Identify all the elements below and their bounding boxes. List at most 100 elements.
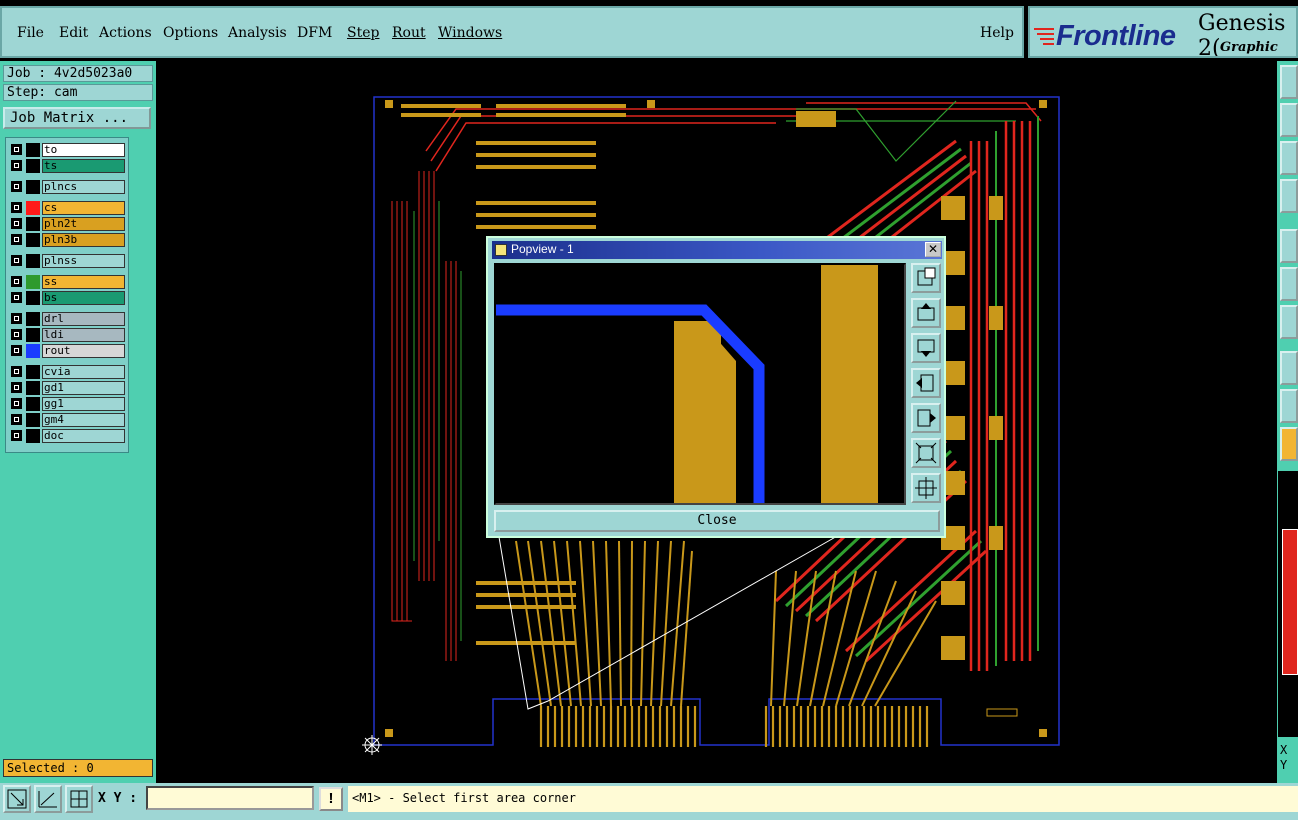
popview-zoom-in-button[interactable] xyxy=(911,263,941,293)
grid-button[interactable] xyxy=(65,785,93,813)
right-tool-2[interactable] xyxy=(1280,103,1298,137)
layer-name[interactable]: ss xyxy=(42,275,125,289)
layer-checkbox[interactable] xyxy=(11,398,22,409)
layer-color-swatch[interactable] xyxy=(26,344,40,358)
layer-row-gd1[interactable]: gd1 xyxy=(9,381,127,395)
layer-checkbox[interactable] xyxy=(11,382,22,393)
menu-dfm[interactable]: DFM xyxy=(297,25,332,41)
layer-name[interactable]: cvia xyxy=(42,365,125,379)
right-tool-8[interactable] xyxy=(1280,351,1298,385)
layer-name[interactable]: ts xyxy=(42,159,125,173)
layer-checkbox[interactable] xyxy=(11,292,22,303)
layer-checkbox[interactable] xyxy=(11,313,22,324)
layer-row-pln3b[interactable]: pln3b xyxy=(9,233,127,247)
layer-row-pln2t[interactable]: pln2t xyxy=(9,217,127,231)
layer-color-swatch[interactable] xyxy=(26,328,40,342)
menu-analysis[interactable]: Analysis xyxy=(228,25,287,41)
layer-name[interactable]: plnss xyxy=(42,254,125,268)
right-tool-5[interactable] xyxy=(1280,229,1298,263)
layer-name[interactable]: ldi xyxy=(42,328,125,342)
layer-checkbox[interactable] xyxy=(11,144,22,155)
right-tool-4[interactable] xyxy=(1280,179,1298,213)
layer-row-to[interactable]: to xyxy=(9,143,127,157)
right-tool-3[interactable] xyxy=(1280,141,1298,175)
layer-checkbox[interactable] xyxy=(11,181,22,192)
menu-actions[interactable]: Actions xyxy=(99,25,152,41)
layer-color-swatch[interactable] xyxy=(26,254,40,268)
layer-row-ss[interactable]: ss xyxy=(9,275,127,289)
layer-row-cvia[interactable]: cvia xyxy=(9,365,127,379)
layer-row-ts[interactable]: ts xyxy=(9,159,127,173)
layer-name[interactable]: plncs xyxy=(42,180,125,194)
layer-color-swatch[interactable] xyxy=(26,233,40,247)
popview-fit-button[interactable] xyxy=(911,438,941,468)
layer-checkbox[interactable] xyxy=(11,218,22,229)
layer-name[interactable]: cs xyxy=(42,201,125,215)
layer-color-swatch[interactable] xyxy=(26,397,40,411)
right-tool-7[interactable] xyxy=(1280,305,1298,339)
menu-edit[interactable]: Edit xyxy=(59,25,88,41)
layer-name[interactable]: gg1 xyxy=(42,397,125,411)
layer-row-plncs[interactable]: plncs xyxy=(9,180,127,194)
right-tool-1[interactable] xyxy=(1280,65,1298,99)
layer-row-rout[interactable]: rout xyxy=(9,344,127,358)
layer-name[interactable]: drl xyxy=(42,312,125,326)
layer-name[interactable]: doc xyxy=(42,429,125,443)
layer-checkbox[interactable] xyxy=(11,276,22,287)
xy-input[interactable] xyxy=(146,786,314,810)
layer-name[interactable]: pln3b xyxy=(42,233,125,247)
close-icon[interactable]: ✕ xyxy=(925,242,941,257)
layer-row-plnss[interactable]: plnss xyxy=(9,254,127,268)
alert-button[interactable]: ! xyxy=(319,787,343,811)
popview-titlebar[interactable]: Popview - 1 ✕ xyxy=(492,241,942,259)
menu-options[interactable]: Options xyxy=(163,25,218,41)
right-tool-9[interactable] xyxy=(1280,389,1298,423)
layer-row-cs[interactable]: cs xyxy=(9,201,127,215)
layer-name[interactable]: bs xyxy=(42,291,125,305)
zoom-area-button[interactable] xyxy=(3,785,31,813)
layer-color-swatch[interactable] xyxy=(26,429,40,443)
menu-step[interactable]: Step xyxy=(347,25,379,41)
layer-checkbox[interactable] xyxy=(11,366,22,377)
measure-button[interactable] xyxy=(34,785,62,813)
popview-pan-right-button[interactable] xyxy=(911,403,941,433)
popview-zoom-out-button[interactable] xyxy=(911,473,941,503)
layer-checkbox[interactable] xyxy=(11,414,22,425)
popview-pan-down-button[interactable] xyxy=(911,333,941,363)
layer-row-bs[interactable]: bs xyxy=(9,291,127,305)
layer-color-swatch[interactable] xyxy=(26,180,40,194)
layer-checkbox[interactable] xyxy=(11,255,22,266)
layer-color-swatch[interactable] xyxy=(26,217,40,231)
menu-help[interactable]: Help xyxy=(980,25,1014,41)
layer-checkbox[interactable] xyxy=(11,202,22,213)
layer-name[interactable]: pln2t xyxy=(42,217,125,231)
layer-row-gg1[interactable]: gg1 xyxy=(9,397,127,411)
layer-name[interactable]: to xyxy=(42,143,125,157)
layer-color-swatch[interactable] xyxy=(26,275,40,289)
layer-row-ldi[interactable]: ldi xyxy=(9,328,127,342)
close-button[interactable]: Close xyxy=(494,510,940,532)
popview-pan-left-button[interactable] xyxy=(911,368,941,398)
layer-row-drl[interactable]: drl xyxy=(9,312,127,326)
layer-color-swatch[interactable] xyxy=(26,159,40,173)
layer-color-swatch[interactable] xyxy=(26,312,40,326)
layer-checkbox[interactable] xyxy=(11,160,22,171)
layer-name[interactable]: rout xyxy=(42,344,125,358)
layer-name[interactable]: gm4 xyxy=(42,413,125,427)
right-tool-10[interactable] xyxy=(1280,427,1298,461)
layer-checkbox[interactable] xyxy=(11,234,22,245)
popview-canvas[interactable] xyxy=(494,263,906,505)
job-matrix-button[interactable]: Job Matrix ... xyxy=(3,107,151,129)
layer-color-swatch[interactable] xyxy=(26,413,40,427)
popview-pan-up-button[interactable] xyxy=(911,298,941,328)
layer-checkbox[interactable] xyxy=(11,430,22,441)
layer-checkbox[interactable] xyxy=(11,329,22,340)
right-tool-6[interactable] xyxy=(1280,267,1298,301)
menu-windows[interactable]: Windows xyxy=(438,25,502,41)
layer-checkbox[interactable] xyxy=(11,345,22,356)
layer-color-swatch[interactable] xyxy=(26,365,40,379)
layer-color-swatch[interactable] xyxy=(26,381,40,395)
layer-color-swatch[interactable] xyxy=(26,201,40,215)
layer-color-swatch[interactable] xyxy=(26,143,40,157)
layer-color-swatch[interactable] xyxy=(26,291,40,305)
